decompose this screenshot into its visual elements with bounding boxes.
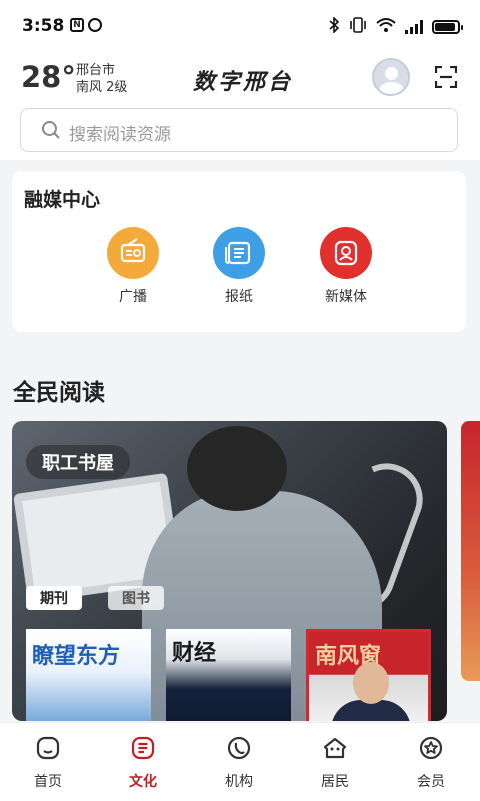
n-notification-icon: N: [70, 18, 84, 32]
nav-item-home[interactable]: 首页: [13, 735, 83, 791]
status-time: 3:58: [22, 16, 65, 36]
magazine-cover[interactable]: 南风窗: [306, 629, 431, 721]
media-item-newspaper[interactable]: 报纸: [199, 227, 279, 306]
location-info: 邢台市 南风 2级: [76, 62, 127, 96]
avatar[interactable]: [372, 58, 410, 96]
media-label-newspaper: 报纸: [225, 289, 253, 305]
bottom-nav: 首页 文化 机构 居民 会员: [0, 722, 480, 801]
status-right-icons: [328, 16, 463, 37]
culture-icon: [130, 735, 156, 761]
next-banner-peek[interactable]: [461, 421, 480, 681]
magazine-cover[interactable]: 瞭望东方: [26, 629, 151, 721]
media-label-new-media: 新媒体: [325, 289, 367, 305]
alarm-icon: [88, 18, 102, 32]
battery-icon: [432, 20, 463, 34]
media-label-radio: 广播: [119, 289, 147, 305]
tab-periodicals[interactable]: 期刊: [26, 586, 82, 610]
media-item-radio[interactable]: 广播: [93, 227, 173, 306]
media-center-title: 融媒中心: [24, 189, 101, 211]
member-icon: [418, 735, 444, 761]
media-center-card: 融媒中心 广播 报纸 新媒体: [12, 171, 466, 332]
temperature: 28°: [21, 60, 76, 94]
header: 28° 邢台市 南风 2级 数字邢台 搜索阅读资源: [0, 56, 480, 160]
banner-person-head: [187, 426, 287, 511]
bluetooth-icon: [328, 16, 340, 37]
nav-label-institution: 机构: [225, 774, 253, 790]
city-name: 邢台市: [76, 63, 116, 78]
newspaper-icon: [213, 227, 265, 279]
vibrate-icon: [349, 17, 367, 37]
search-placeholder: 搜索阅读资源: [69, 125, 171, 145]
signal-icon: [405, 20, 423, 34]
wind-info: 南风 2级: [76, 80, 128, 95]
media-item-new-media[interactable]: 新媒体: [306, 227, 386, 306]
banner-label: 职工书屋: [26, 445, 130, 479]
scan-icon[interactable]: [434, 65, 458, 89]
notification-icons: N: [70, 18, 102, 32]
wifi-icon: [376, 17, 396, 37]
radio-icon: [107, 227, 159, 279]
nav-item-culture[interactable]: 文化: [108, 735, 178, 791]
nav-item-resident[interactable]: 居民: [300, 735, 370, 791]
status-bar: 3:58 N: [0, 0, 480, 56]
new-media-icon: [320, 227, 372, 279]
magazine-cover[interactable]: 财经: [166, 629, 291, 721]
search-icon: [41, 120, 61, 140]
nav-label-resident: 居民: [321, 774, 349, 790]
nav-label-member: 会员: [417, 774, 445, 790]
magazine-title: 瞭望东方: [32, 643, 121, 668]
resident-icon: [322, 735, 348, 761]
home-icon: [35, 735, 61, 761]
tab-books[interactable]: 图书: [108, 586, 164, 610]
nav-item-member[interactable]: 会员: [396, 735, 466, 791]
battery-level: [435, 23, 455, 31]
nav-label-home: 首页: [34, 774, 62, 790]
nav-label-culture: 文化: [129, 774, 157, 790]
institution-icon: [226, 735, 252, 761]
reading-banner[interactable]: 职工书屋 期刊 图书 瞭望东方 财经 南风窗: [12, 421, 447, 721]
app-title: 数字邢台: [193, 69, 294, 95]
search-input[interactable]: 搜索阅读资源: [20, 108, 458, 152]
cover-face: [353, 662, 389, 704]
magazine-title: 财经: [172, 640, 217, 665]
nav-item-institution[interactable]: 机构: [204, 735, 274, 791]
reading-section-title: 全民阅读: [13, 380, 105, 406]
